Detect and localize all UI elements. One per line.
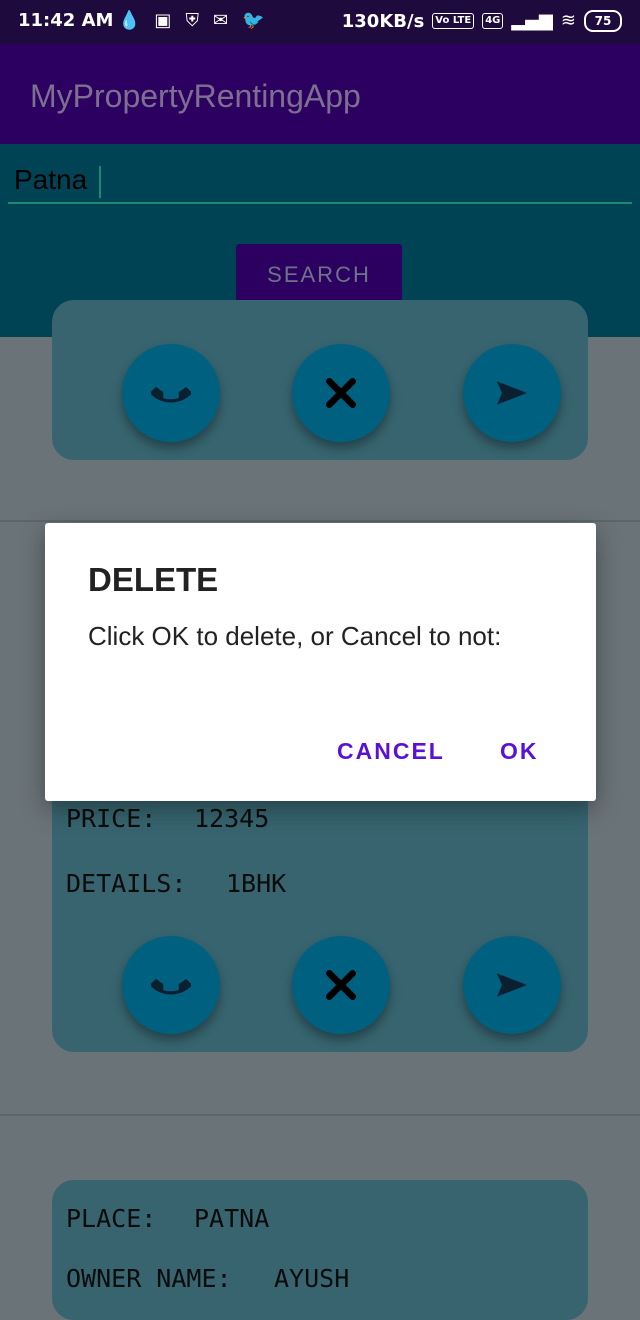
delete-dialog: DELETE Click OK to delete, or Cancel to … [45, 523, 596, 801]
place-label: PLACE: [66, 1204, 157, 1233]
property-card: PRICE: 12345 DETAILS: 1BHK [52, 780, 588, 1052]
owner-value: AYUSH [274, 1264, 350, 1293]
list-divider [0, 1114, 640, 1116]
app-title: MyPropertyRentingApp [30, 78, 361, 114]
list-divider [0, 520, 640, 522]
notification-icons: 💧 ▣ ⛨ ✉ 🐦 [118, 10, 264, 32]
ok-button[interactable]: OK [500, 738, 539, 765]
signal-icon: ▂▄▆ [511, 10, 553, 31]
twitter-icon: 🐦 [242, 10, 265, 31]
system-icons: 130KB/s Vo LTE 4G ▂▄▆ ≋ 75 [342, 10, 622, 32]
app-bar: MyPropertyRentingApp [0, 44, 640, 144]
volte-badge: Vo LTE [432, 13, 475, 29]
phone-icon [151, 387, 191, 403]
status-bar: 11:42 AM 💧 ▣ ⛨ ✉ 🐦 130KB/s Vo LTE 4G ▂▄▆… [0, 0, 640, 44]
delete-button[interactable] [292, 936, 390, 1034]
price-label: PRICE: [66, 804, 157, 833]
call-button[interactable] [122, 936, 220, 1034]
send-icon [497, 973, 527, 997]
play-icon: ▣ [154, 10, 172, 31]
mail-icon: ✉ [212, 10, 229, 31]
details-label: DETAILS: [66, 869, 187, 898]
details-value: 1BHK [226, 869, 287, 898]
close-icon [326, 970, 356, 1000]
close-icon [326, 378, 356, 408]
send-button[interactable] [463, 936, 561, 1034]
send-button[interactable] [463, 344, 561, 442]
dialog-title: DELETE [88, 561, 219, 598]
price-value: 12345 [194, 804, 270, 833]
search-input-value: Patna [14, 164, 88, 195]
text-caret [99, 166, 101, 198]
place-value: PATNA [194, 1204, 270, 1233]
wifi-icon: ≋ [560, 10, 576, 31]
shield-icon: ⛨ [185, 10, 199, 31]
network-type: 4G [482, 13, 504, 29]
net-speed: 130KB/s [341, 10, 425, 32]
search-button[interactable]: SEARCH [236, 244, 402, 306]
cancel-button[interactable]: CANCEL [337, 738, 445, 765]
dialog-message: Click OK to delete, or Cancel to not: [88, 621, 502, 651]
battery-icon: 75 [584, 10, 622, 32]
delete-button[interactable] [292, 344, 390, 442]
phone-icon [151, 979, 191, 995]
property-card: PLACE: PATNA OWNER NAME: AYUSH [52, 1180, 588, 1320]
drop-icon: 💧 [118, 10, 141, 31]
status-time: 11:42 AM [18, 10, 114, 31]
owner-label: OWNER NAME: [66, 1264, 232, 1293]
call-button[interactable] [122, 344, 220, 442]
send-icon [497, 381, 527, 405]
search-input[interactable]: Patna [8, 164, 632, 204]
property-card [52, 300, 588, 460]
